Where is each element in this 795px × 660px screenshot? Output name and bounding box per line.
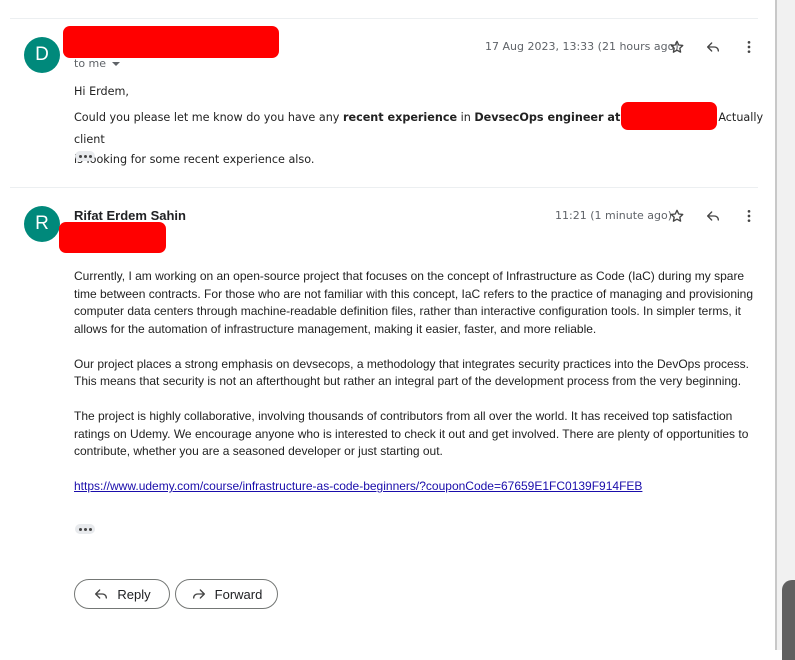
star-icon[interactable] (667, 206, 687, 226)
redacted-company (621, 102, 718, 130)
avatar-letter: R (35, 213, 49, 234)
scrollbar-edge (775, 0, 777, 650)
reply-icon (95, 589, 108, 599)
sender-avatar-d[interactable]: D (24, 37, 60, 73)
more-vert-icon[interactable] (739, 206, 759, 226)
avatar-letter: D (35, 44, 49, 65)
message-paragraph: Could you please let me know do you have… (74, 102, 764, 150)
message-body: Currently, I am working on an open-sourc… (74, 268, 754, 496)
message-paragraph-end: is looking for some recent experience al… (74, 153, 315, 166)
sender-avatar-r[interactable]: R (24, 206, 60, 242)
recipient-label: to me (74, 57, 107, 70)
message-paragraph: Our project places a strong emphasis on … (74, 356, 750, 389)
course-link[interactable]: https://www.udemy.com/course/infrastruct… (74, 479, 642, 493)
message-date: 11:21 (1 minute ago) (555, 209, 673, 222)
message-divider (10, 187, 758, 188)
show-trimmed-content-button[interactable] (75, 151, 95, 161)
bold-text: recent experience (342, 111, 458, 124)
reply-icon[interactable] (703, 37, 723, 57)
redacted-sender-email (59, 222, 166, 253)
reply-button[interactable]: Reply (74, 579, 170, 609)
message-paragraph: Currently, I am working on an open-sourc… (74, 269, 754, 336)
message-date: 17 Aug 2023, 13:33 (21 hours ago) (485, 40, 679, 53)
recipient-details-toggle[interactable]: to me (74, 57, 121, 70)
chevron-down-icon (112, 62, 121, 66)
star-icon[interactable] (667, 37, 687, 57)
text-segment: in (457, 111, 475, 124)
reply-label: Reply (117, 586, 151, 602)
redacted-sender-name (63, 26, 279, 58)
reply-icon[interactable] (703, 206, 723, 226)
forward-label: Forward (214, 586, 263, 602)
forward-icon (192, 589, 205, 599)
message-paragraph: The project is highly collaborative, inv… (74, 409, 749, 458)
scrollbar-track[interactable] (775, 0, 795, 650)
show-trimmed-content-button[interactable] (75, 524, 95, 534)
greeting: Hi Erdem, (74, 85, 129, 98)
text-segment: Could you please let me know do you have… (74, 111, 343, 124)
more-vert-icon[interactable] (739, 37, 759, 57)
link-paragraph: https://www.udemy.com/course/infrastruct… (74, 478, 754, 496)
message-body: Hi Erdem, Could you please let me know d… (74, 82, 764, 170)
scrollbar-thumb[interactable] (782, 580, 795, 660)
bold-text: DevsecOps engineer at (474, 111, 621, 124)
forward-button[interactable]: Forward (175, 579, 278, 609)
previous-message-bottom (10, 0, 758, 19)
sender-name[interactable]: Rifat Erdem Sahin (74, 208, 186, 223)
